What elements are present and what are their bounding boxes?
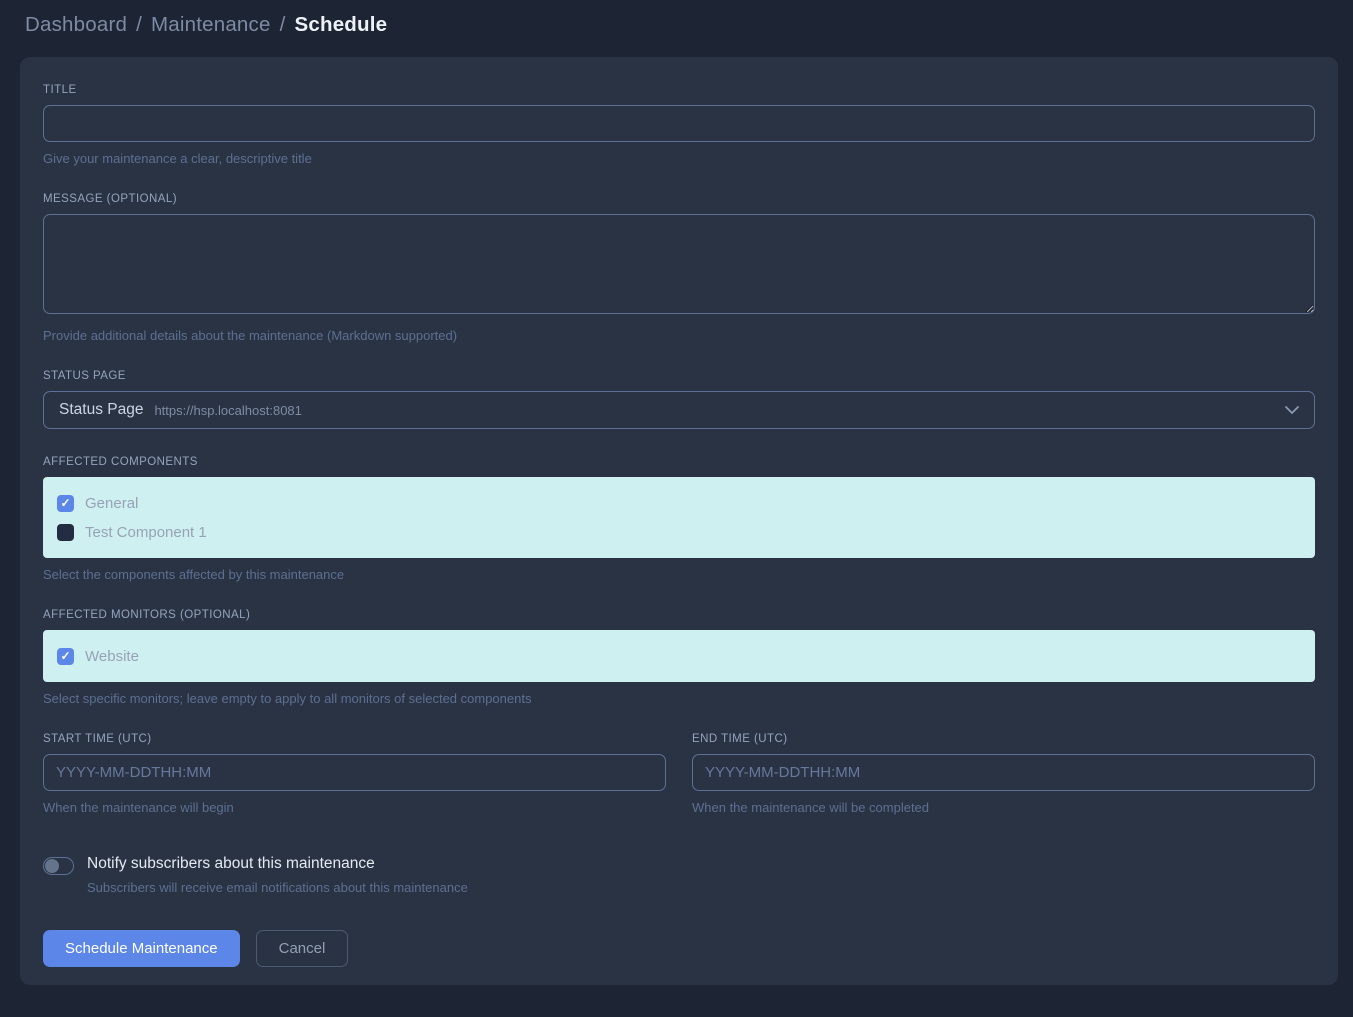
start-time-help-text: When the maintenance will begin [43, 800, 666, 815]
notify-subscribers-text: Notify subscribers about this maintenanc… [87, 855, 468, 895]
start-time-input[interactable] [43, 754, 666, 791]
affected-monitors-group: AFFECTED MONITORS (OPTIONAL) Website Sel… [43, 609, 1315, 706]
message-help-text: Provide additional details about the mai… [43, 328, 1315, 343]
checkbox-icon[interactable] [57, 495, 74, 512]
notify-subscribers-help-text: Subscribers will receive email notificat… [87, 880, 468, 895]
breadcrumb: Dashboard / Maintenance / Schedule [25, 13, 1328, 37]
monitor-option-website[interactable]: Website [57, 644, 1301, 668]
title-label: TITLE [43, 84, 1315, 96]
affected-components-help-text: Select the components affected by this m… [43, 567, 1315, 582]
breadcrumb-maintenance[interactable]: Maintenance [151, 13, 271, 37]
title-input[interactable] [43, 105, 1315, 142]
schedule-maintenance-form-card: TITLE Give your maintenance a clear, des… [20, 57, 1338, 985]
cancel-button[interactable]: Cancel [256, 930, 349, 967]
toggle-knob [45, 859, 59, 873]
form-actions: Schedule Maintenance Cancel [43, 930, 1315, 967]
component-option-test-component-1[interactable]: Test Component 1 [57, 520, 1301, 544]
status-page-selected-url: https://hsp.localhost:8081 [154, 403, 301, 418]
message-textarea[interactable] [43, 214, 1315, 314]
title-help-text: Give your maintenance a clear, descripti… [43, 151, 1315, 166]
component-option-label: Test Component 1 [85, 524, 207, 541]
notify-subscribers-label: Notify subscribers about this maintenanc… [87, 855, 468, 873]
status-page-selected-name: Status Page [59, 401, 143, 419]
message-label: MESSAGE (OPTIONAL) [43, 193, 1315, 205]
title-group: TITLE Give your maintenance a clear, des… [43, 84, 1315, 166]
affected-monitors-listbox: Website [43, 630, 1315, 682]
schedule-maintenance-button[interactable]: Schedule Maintenance [43, 930, 240, 967]
affected-monitors-label: AFFECTED MONITORS (OPTIONAL) [43, 609, 1315, 621]
affected-components-label: AFFECTED COMPONENTS [43, 456, 1315, 468]
chevron-down-icon [1285, 406, 1299, 414]
end-time-help-text: When the maintenance will be completed [692, 800, 1315, 815]
affected-components-listbox: General Test Component 1 [43, 477, 1315, 558]
breadcrumb-separator: / [280, 13, 286, 37]
breadcrumb-current-schedule: Schedule [295, 13, 388, 37]
top-bar: Dashboard / Maintenance / Schedule [0, 0, 1353, 48]
affected-components-group: AFFECTED COMPONENTS General Test Compone… [43, 456, 1315, 582]
breadcrumb-separator: / [136, 13, 142, 37]
time-fields-row: START TIME (UTC) When the maintenance wi… [43, 733, 1315, 815]
end-time-input[interactable] [692, 754, 1315, 791]
end-time-label: END TIME (UTC) [692, 733, 1315, 745]
status-page-select[interactable]: Status Page https://hsp.localhost:8081 [43, 391, 1315, 429]
message-group: MESSAGE (OPTIONAL) Provide additional de… [43, 193, 1315, 343]
breadcrumb-dashboard[interactable]: Dashboard [25, 13, 127, 37]
end-time-group: END TIME (UTC) When the maintenance will… [692, 733, 1315, 815]
status-page-label: STATUS PAGE [43, 370, 1315, 382]
notify-subscribers-toggle[interactable] [43, 857, 74, 875]
start-time-label: START TIME (UTC) [43, 733, 666, 745]
checkbox-icon[interactable] [57, 648, 74, 665]
checkbox-icon[interactable] [57, 524, 74, 541]
monitor-option-label: Website [85, 648, 139, 665]
start-time-group: START TIME (UTC) When the maintenance wi… [43, 733, 666, 815]
notify-subscribers-row: Notify subscribers about this maintenanc… [43, 855, 1315, 895]
affected-monitors-help-text: Select specific monitors; leave empty to… [43, 691, 1315, 706]
component-option-general[interactable]: General [57, 491, 1301, 515]
status-page-group: STATUS PAGE Status Page https://hsp.loca… [43, 370, 1315, 429]
component-option-label: General [85, 495, 138, 512]
